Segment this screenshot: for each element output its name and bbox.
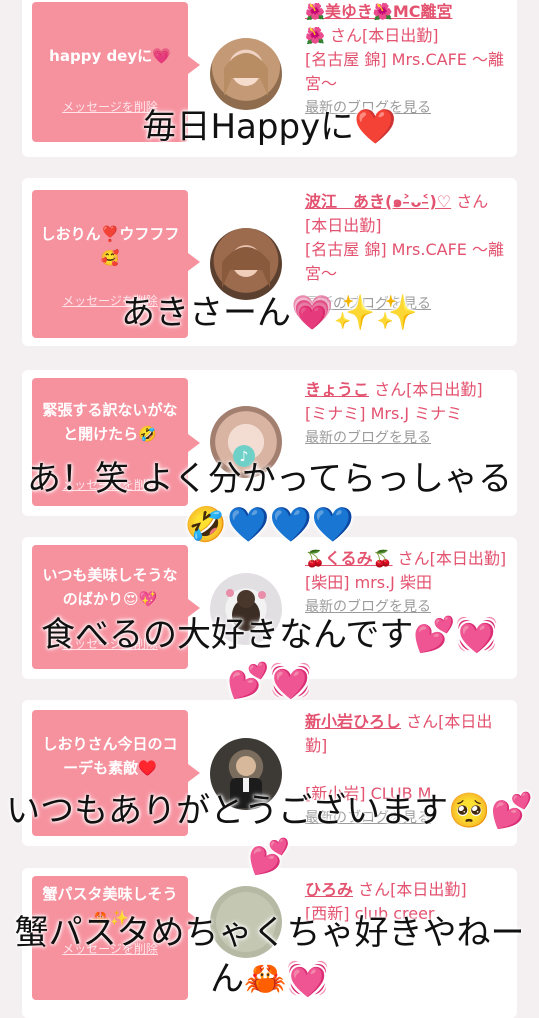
overlay-caption: 毎日Happyに❤️: [142, 107, 397, 147]
overlay-caption: あ！笑 よく分かってらっしゃる🤣💙💙💙: [26, 459, 513, 545]
sender-status: さん[本日出勤]: [397, 549, 507, 568]
bubble-tail: [188, 764, 200, 782]
overlay-caption: あきさーん💗✨✨: [120, 293, 418, 333]
avatar-photo: [224, 53, 268, 96]
sender-name-link[interactable]: きょうこ: [305, 380, 369, 399]
message-text: happy deyに💗: [49, 47, 171, 65]
sender-name-link[interactable]: 🍒くるみ🍒: [305, 549, 393, 568]
sender-status: さん[本日出勤]: [358, 880, 467, 899]
sender-status: さん[本日出勤]: [374, 380, 483, 399]
shop-name: [ミナミ] Mrs.J ミナミ: [305, 404, 463, 423]
latest-blog-link[interactable]: 最新のブログを見る: [305, 426, 510, 450]
sender-name-link[interactable]: 新小岩ひろし: [305, 712, 401, 731]
sender-name-link[interactable]: ひろみ: [305, 880, 353, 899]
shop-name: [名古屋 錦] Mrs.CAFE 〜離宮〜: [305, 240, 504, 283]
message-text: 緊張する訳ないがなと開けたら🤣: [42, 401, 178, 443]
sender-info: 🌺美ゆき🌺MC離宮 🌺 さん[本日出勤] [名古屋 錦] Mrs.CAFE 〜離…: [305, 0, 510, 120]
bubble-tail: [188, 56, 200, 74]
message-text: しおりん❣️ウフフフ🥰: [40, 225, 180, 267]
avatar[interactable]: [210, 38, 282, 110]
shop-name: [名古屋 錦] Mrs.CAFE 〜離宮〜: [305, 50, 504, 93]
overlay-caption: いつもありがとうございます🥺💕💕: [6, 791, 533, 877]
sender-info: きょうこ さん[本日出勤] [ミナミ] Mrs.J ミナミ 最新のブログを見る: [305, 378, 510, 450]
sender-status: 🌺 さん[本日出勤]: [305, 26, 439, 45]
shop-name: [柴田] mrs.J 柴田: [305, 573, 432, 592]
message-text: しおりさん今日のコーデも素敵♥️: [42, 735, 178, 777]
sender-name-link[interactable]: 🌺美ゆき🌺MC離宮: [305, 2, 453, 21]
bubble-tail: [188, 253, 200, 271]
bubble-tail: [188, 434, 200, 452]
sender-name-link[interactable]: 波江 あき(๑˃̵ᴗ˂̵)♡: [305, 192, 451, 211]
overlay-caption: 食べるの大好きなんです💕💓💕💓: [41, 615, 498, 701]
overlay-caption: 蟹パスタめちゃくちゃ好きやねーん🦀💓: [14, 913, 525, 999]
message-text: いつも美味しそうなのばかり😍💖: [42, 566, 178, 608]
sender-info: 🍒くるみ🍒 さん[本日出勤] [柴田] mrs.J 柴田 最新のブログを見る: [305, 547, 510, 619]
